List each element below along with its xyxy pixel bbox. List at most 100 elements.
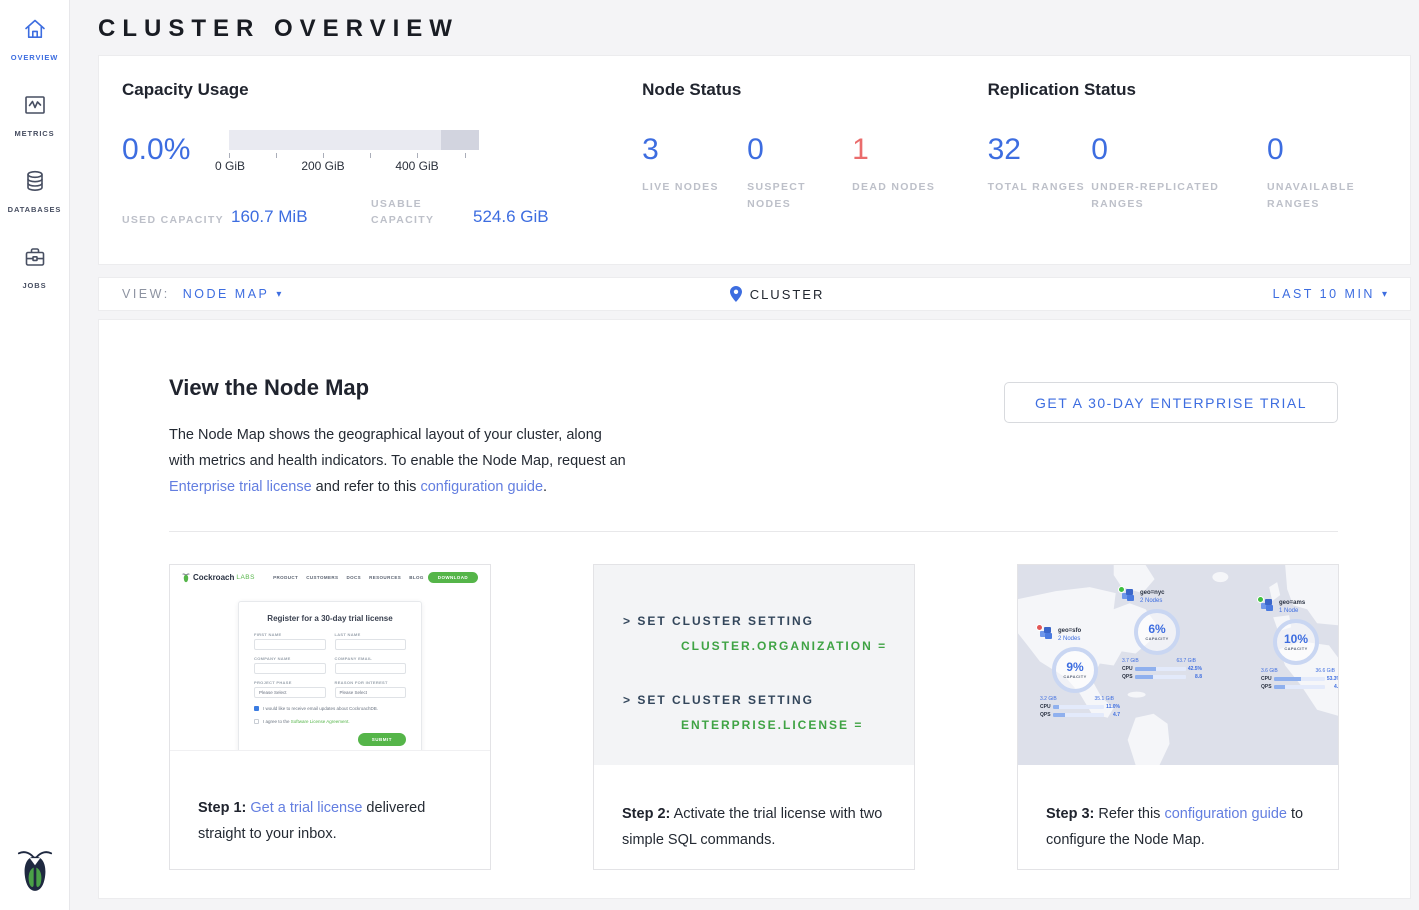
cluster-summary-card: Capacity Usage 0.0% 0 GiB 200 GiB [98,55,1411,265]
node-status-section: Node Status 3 LIVE NODES 0 SUSPECT NODES… [642,80,987,264]
cockroachdb-logo [16,845,54,898]
field-label: COMPANY NAME [254,656,326,661]
chevron-down-icon[interactable]: ▾ [1382,289,1387,300]
field-label: PROJECT PHASE [254,680,326,685]
usable-capacity-value: 524.6 GiB [473,207,549,228]
used-capacity-label: USED CAPACITY [122,212,231,228]
databases-icon [22,168,48,199]
home-icon [22,16,48,47]
breadcrumb-cluster: CLUSTER [750,287,825,302]
unavailable-ranges-stat: 0 UNAVAILABLE RANGES [1267,130,1410,213]
checkbox-checked [254,706,259,711]
enterprise-trial-button[interactable]: GET A 30-DAY ENTERPRISE TRIAL [1004,382,1338,423]
configuration-guide-link[interactable]: configuration guide [420,479,543,495]
section-heading: View the Node Map [169,375,631,401]
dead-nodes-value: 1 [852,130,957,165]
step-label: Step 2: [622,806,670,822]
nav-link: DOCS [346,575,361,580]
view-label: VIEW: [122,287,170,301]
get-trial-license-link[interactable]: Get a trial license [250,800,362,816]
code-line: ENTERPRISE.LICENSE = [623,713,914,738]
nav-link: PRODUCT [273,575,298,580]
last-name-input [335,639,407,650]
sidebar-item-label: METRICS [14,129,54,138]
configuration-guide-link[interactable]: configuration guide [1164,806,1287,822]
locality-name: geo=nyc [1140,589,1165,597]
reason-select: Please Select [335,687,407,698]
step-label: Step 3: [1046,806,1094,822]
capacity-gauge: 9% CAPACITY [1052,647,1098,693]
locality-name: geo=ams [1279,599,1305,607]
nav-link: BLOG [409,575,424,580]
capacity-gauge: 10% CAPACITY [1273,619,1319,665]
form-title: Register for a 30-day trial license [254,614,406,623]
total-ranges-value: 32 [988,130,1092,165]
view-selector[interactable]: NODE MAP [183,287,270,301]
caption-text: Refer this [1094,806,1164,822]
under-replicated-label: UNDER-REPLICATED RANGES [1091,179,1241,213]
checkbox-label: I would like to receive email updates ab… [263,706,378,711]
capacity-usage-section: Capacity Usage 0.0% 0 GiB 200 GiB [122,80,642,264]
capacity-usage-title: Capacity Usage [122,80,642,100]
step-3-card: geo=sfo 2 Nodes 9% CAPACITY 3.2 GiB35.1 … [1017,564,1339,870]
license-agreement-link: Software License Agreement. [291,719,350,724]
used-capacity: 3.2 GiB [1040,696,1057,702]
used-capacity: 3.6 GiB [1261,668,1278,674]
node-count: 2 Nodes [1140,597,1165,605]
node-widget-ams: geo=ams 1 Node 10% CAPACITY 3.6 GiB 36.6 … [1261,599,1338,690]
sidebar-item-jobs[interactable]: JOBS [0,244,70,290]
node-widget-nyc: geo=nyc 2 Nodes 6% CAPACITY 3.7 GiB63.7 … [1122,589,1214,680]
node-count: 2 Nodes [1058,635,1081,643]
minisite-nav: PRODUCT CUSTOMERS DOCS RESOURCES BLOG [273,575,424,580]
code-line: CLUSTER.ORGANIZATION = [623,634,914,659]
status-dot-green [1118,586,1125,593]
download-button: DOWNLOAD [428,572,478,583]
enterprise-trial-license-link[interactable]: Enterprise trial license [169,479,312,495]
cockroach-labs-logo: Cockroach LABS [182,572,255,583]
sidebar-item-metrics[interactable]: METRICS [0,92,70,138]
step-2-card: > SET CLUSTER SETTING CLUSTER.ORGANIZATI… [593,564,915,870]
submit-button: SUBMIT [358,733,406,746]
step-1-caption: Step 1: Get a trial license delivered st… [170,751,490,847]
used-capacity-value: 160.7 MiB [231,207,371,228]
total-ranges-label: TOTAL RANGES [988,179,1092,196]
step-2-caption: Step 2: Activate the trial license with … [594,765,914,853]
divider [169,531,1338,532]
view-bar: VIEW: NODE MAP ▾ CLUSTER LAST 10 MIN ▾ [98,277,1411,311]
code-line: > SET CLUSTER SETTING [623,688,914,713]
trial-license-screenshot: Cockroach LABS PRODUCT CUSTOMERS DOCS RE… [170,565,490,751]
sidebar-item-overview[interactable]: OVERVIEW [0,16,70,62]
capacity-percent: 0.0% [122,130,229,173]
node-count: 1 Node [1279,607,1305,615]
total-capacity: 35.1 GiB [1095,696,1114,702]
description-text: and refer to this [312,479,421,495]
sidebar-item-label: OVERVIEW [11,53,59,62]
locality-icon [1261,599,1275,611]
map-pin-icon [730,286,742,302]
status-dot-red [1036,624,1043,631]
first-name-input [254,639,326,650]
total-capacity: 63.7 GiB [1177,658,1196,664]
step-label: Step 1: [198,800,246,816]
unavailable-label: UNAVAILABLE RANGES [1267,179,1410,213]
field-label: FIRST NAME [254,632,326,637]
total-capacity: 36.6 GiB [1316,668,1335,674]
axis-label: 200 GiB [301,159,344,173]
unavailable-value: 0 [1267,130,1410,165]
company-email-input [335,663,407,674]
locality-icon [1040,627,1054,639]
status-dot-green [1257,596,1264,603]
checkbox-label: I agree to the [263,719,291,724]
main-content: CLUSTER OVERVIEW Capacity Usage 0.0% [71,0,1419,910]
axis-label: 0 GiB [215,159,245,173]
dead-nodes-stat: 1 DEAD NODES [852,130,957,213]
company-name-input [254,663,326,674]
step-1-card: Cockroach LABS PRODUCT CUSTOMERS DOCS RE… [169,564,491,870]
time-range-selector[interactable]: LAST 10 MIN [1273,287,1375,301]
sidebar-item-databases[interactable]: DATABASES [0,168,70,214]
description-text: The Node Map shows the geographical layo… [169,427,626,469]
step-3-caption: Step 3: Refer this configuration guide t… [1018,765,1338,853]
checkbox-unchecked [254,719,259,724]
capacity-axis-ticks [229,150,479,159]
capacity-bar-dark-segment [441,130,479,150]
